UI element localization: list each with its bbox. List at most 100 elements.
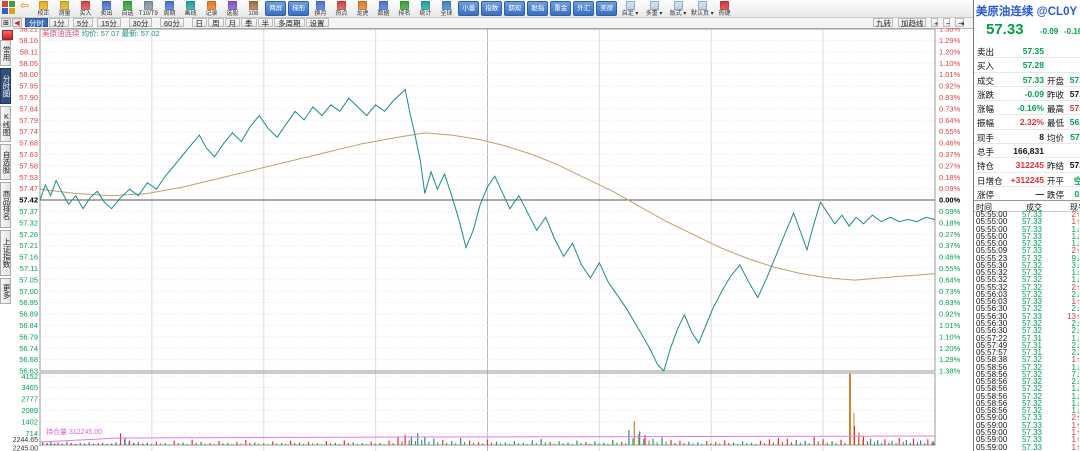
toolbar-button-label: 周期: [164, 11, 176, 17]
toolbar-button[interactable]: T10/T9: [138, 0, 159, 17]
pct-axis-label: 0.27%: [939, 161, 961, 170]
period-tab[interactable]: 多周期: [274, 18, 305, 27]
nine-turn-button[interactable]: 九转: [873, 18, 893, 27]
quote-row: 涨幅-0.16%最高57.93: [974, 101, 1080, 115]
toolbar-pill-button[interactable]: 两屏: [265, 1, 286, 16]
period-tab[interactable]: 1分: [49, 18, 69, 27]
quote-value: +312245: [998, 175, 1044, 185]
toolbar-button[interactable]: 画线: [180, 0, 201, 17]
price-axis-label: 57.79: [19, 116, 38, 125]
toolbar-button[interactable]: 换月: [310, 0, 331, 17]
last-price: 57.33: [986, 21, 1024, 38]
toolbar-button-label: 数据: [378, 11, 390, 17]
price-axis-label: 58.05: [19, 59, 38, 68]
period-tab[interactable]: 季: [241, 18, 257, 27]
period-tab[interactable]: 设置: [306, 18, 329, 27]
toolbar-pill-button[interactable]: 梯形: [288, 1, 309, 16]
toolbar-button-label: 校正: [38, 11, 50, 17]
toolbar-pill-button[interactable]: 外汇: [573, 1, 594, 16]
grid-view-icon[interactable]: ⊞: [1, 18, 11, 27]
price-axis-label: 57.16: [19, 253, 38, 262]
open-interest-label: 持仓量 312245.00: [46, 427, 102, 436]
period-tab[interactable]: 分时: [25, 18, 48, 27]
price-axis-label: 57.11: [20, 264, 38, 273]
toolbar-button[interactable]: 108: [243, 0, 264, 17]
toolbar-button-label: 测量: [59, 11, 71, 17]
toolbar-button-label: 龙虎: [357, 11, 369, 17]
sidebar-tab-item[interactable]: 上证指数: [0, 230, 11, 276]
toolbar-pill-button[interactable]: 美原: [596, 1, 617, 16]
sidebar-tab-item[interactable]: K线图: [0, 106, 11, 142]
quote-value-2: 0.01: [1047, 189, 1080, 199]
intraday-chart[interactable]: 58.211.38%58.161.29%58.111.20%58.051.10%…: [0, 28, 973, 451]
period-tab[interactable]: 半: [258, 18, 274, 27]
sidebar-tab-item[interactable]: 常用: [0, 40, 11, 66]
back-arrow-icon[interactable]: ⇦: [20, 0, 29, 13]
tape-lots: 1↑: [1044, 444, 1080, 451]
trendline-button[interactable]: 加趋线: [898, 18, 926, 27]
toolbar-button[interactable]: 买入: [75, 0, 96, 17]
toolbar-button[interactable]: 排名: [394, 0, 415, 17]
pct-axis-label: 1.20%: [939, 344, 961, 353]
toolbar-button[interactable]: 热点: [331, 0, 352, 17]
sidebar-tab-item[interactable]: 更多: [0, 278, 11, 304]
price-axis-label: 57.95: [19, 82, 38, 91]
toolbar-button[interactable]: 记录: [201, 0, 222, 17]
quote-row: 持仓312245昨结57.42: [974, 158, 1080, 172]
toolbar-button-label: 版式 ▾: [670, 11, 687, 17]
pct-axis-label: 0.18%: [939, 218, 961, 227]
period-tab[interactable]: 30分: [129, 18, 153, 27]
toolbar-button[interactable]: 校正: [33, 0, 54, 17]
toolbar-button[interactable]: 自选: [117, 0, 138, 17]
chart-nav-icon[interactable]: ◀: [12, 18, 22, 27]
quote-row: 振幅2.32%最低56.60: [974, 115, 1080, 129]
toolbar-button[interactable]: 选股: [222, 0, 243, 17]
toolbar-button-label: 全球: [441, 11, 453, 17]
pct-axis-label: 0.18%: [939, 173, 961, 182]
pct-axis-label: 0.64%: [939, 116, 961, 125]
dropdown-icon: [650, 1, 659, 10]
toolbar-button[interactable]: 测量: [54, 0, 75, 17]
price-axis-label: 56.79: [19, 332, 38, 341]
period-tab[interactable]: 15分: [97, 18, 121, 27]
price-axis-label: 58.21: [19, 28, 38, 34]
toolbar-button[interactable]: 周期: [159, 0, 180, 17]
toolbar-dropdown-button[interactable]: 默认页 ▾: [690, 0, 714, 17]
sidebar-tab-selected[interactable]: 分时图: [0, 68, 11, 104]
toolbar-dropdown-button[interactable]: 自定 ▾: [618, 0, 642, 17]
toolbar-pill-button[interactable]: 指数: [481, 1, 502, 16]
toolbar-button[interactable]: 龙虎: [352, 0, 373, 17]
toolbar-pill-button[interactable]: 期现: [504, 1, 525, 16]
period-tab[interactable]: 周: [208, 18, 224, 27]
quote-value-2: 1: [1047, 60, 1080, 70]
pct-axis-label: 1.38%: [939, 28, 961, 34]
period-tab[interactable]: 60分: [160, 18, 184, 27]
toolbar-pill-button[interactable]: 重金: [550, 1, 571, 16]
toolbar-button[interactable]: 全球: [436, 0, 457, 17]
sidebar-tab-item[interactable]: 自选股: [0, 144, 11, 180]
toolbar-button[interactable]: 统计: [415, 0, 436, 17]
period-tab[interactable]: 5分: [73, 18, 93, 27]
period-tab[interactable]: 月: [225, 18, 241, 27]
tape-time: 05:59:00: [976, 444, 1007, 451]
sidebar-tab-item[interactable]: 商品排名: [0, 182, 11, 228]
toolbar-pill-button[interactable]: 股指: [527, 1, 548, 16]
zoom-in-button[interactable]: +: [931, 18, 938, 27]
quote-row: 现手8均价57.11: [974, 130, 1080, 144]
toolbar-button-label: 画线: [185, 11, 197, 17]
toolbar-button[interactable]: 卖出: [96, 0, 117, 17]
toolbar-dropdown-button[interactable]: 多重 ▾: [642, 0, 666, 17]
quote-value: 57.28: [998, 60, 1044, 70]
period-tab[interactable]: 日: [192, 18, 208, 27]
zoom-out-button[interactable]: −: [943, 18, 950, 27]
toolbar-button[interactable]: 数据: [373, 0, 394, 17]
toolbar-button[interactable]: 热键: [714, 0, 735, 17]
quote-label: 涨幅: [977, 103, 994, 115]
time-and-sales[interactable]: 05:55:0057.332↑05:55:0057.331↑05:55:0057…: [974, 211, 1080, 451]
toolbar-pill-button[interactable]: 小量: [458, 1, 479, 16]
pct-axis-label: 0.73%: [939, 287, 961, 296]
toolbar-dropdown-button[interactable]: 版式 ▾: [666, 0, 690, 17]
scroll-right-button[interactable]: ⇥: [955, 18, 964, 27]
sidebar-mini-icon[interactable]: [2, 30, 13, 40]
toolbar-button-label: 热点: [336, 11, 348, 17]
